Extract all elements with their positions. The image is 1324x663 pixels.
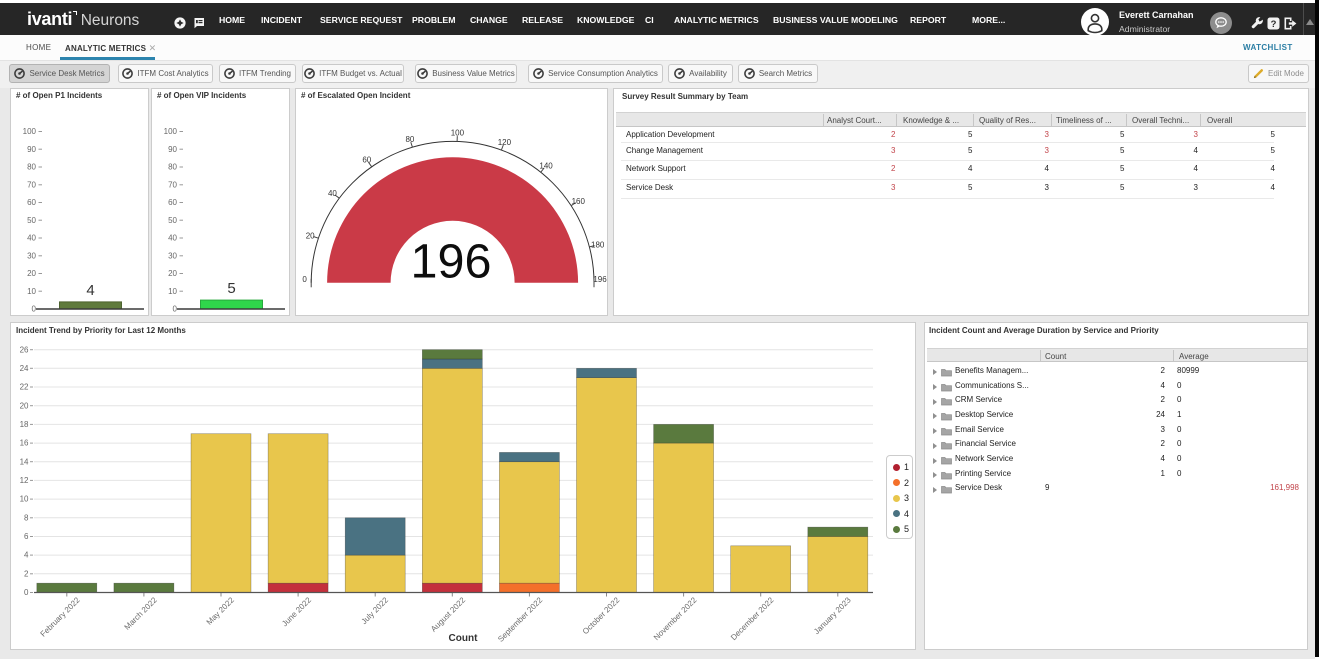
svg-text:50: 50 — [27, 216, 36, 225]
svg-text:160: 160 — [572, 197, 586, 206]
svg-text:18: 18 — [20, 420, 29, 429]
svg-text:October 2022: October 2022 — [581, 595, 622, 636]
svg-text:196: 196 — [593, 275, 607, 284]
svg-text:20: 20 — [27, 269, 36, 278]
svg-text:4: 4 — [24, 551, 29, 560]
svg-text:?: ? — [1271, 19, 1277, 30]
svg-text:80: 80 — [168, 163, 177, 172]
svg-text:40: 40 — [27, 234, 36, 243]
svg-text:50: 50 — [168, 216, 177, 225]
svg-text:30: 30 — [27, 251, 36, 260]
svg-text:90: 90 — [168, 145, 177, 154]
svg-text:January 2023: January 2023 — [812, 595, 853, 636]
svg-text:0: 0 — [173, 305, 178, 314]
svg-text:0: 0 — [302, 275, 307, 284]
svg-text:2: 2 — [24, 569, 29, 578]
svg-text:4: 4 — [86, 282, 94, 299]
svg-text:100: 100 — [451, 129, 465, 138]
svg-text:20: 20 — [168, 269, 177, 278]
svg-text:60: 60 — [362, 156, 371, 165]
svg-text:November 2022: November 2022 — [652, 595, 699, 642]
svg-text:10: 10 — [27, 287, 36, 296]
svg-text:140: 140 — [539, 161, 553, 170]
svg-text:10: 10 — [20, 495, 29, 504]
svg-text:70: 70 — [168, 180, 177, 189]
svg-text:0: 0 — [32, 305, 37, 314]
svg-text:30: 30 — [168, 251, 177, 260]
svg-text:20: 20 — [20, 401, 29, 410]
svg-text:16: 16 — [20, 439, 29, 448]
svg-text:80: 80 — [27, 163, 36, 172]
svg-text:90: 90 — [27, 145, 36, 154]
svg-text:6: 6 — [24, 532, 29, 541]
svg-text:10: 10 — [168, 287, 177, 296]
svg-text:70: 70 — [27, 180, 36, 189]
svg-text:180: 180 — [591, 241, 605, 250]
svg-text:60: 60 — [168, 198, 177, 207]
svg-text:December 2022: December 2022 — [729, 595, 776, 642]
svg-text:40: 40 — [168, 234, 177, 243]
svg-text:September 2022: September 2022 — [496, 595, 545, 644]
svg-text:0: 0 — [24, 588, 29, 597]
svg-text:14: 14 — [20, 457, 29, 466]
svg-text:100: 100 — [23, 127, 37, 136]
svg-text:May 2022: May 2022 — [205, 595, 237, 627]
svg-text:June 2022: June 2022 — [280, 595, 313, 628]
svg-text:5: 5 — [227, 280, 235, 297]
svg-text:20: 20 — [306, 231, 315, 240]
svg-text:100: 100 — [164, 127, 178, 136]
svg-text:12: 12 — [20, 476, 29, 485]
svg-text:40: 40 — [328, 189, 337, 198]
svg-text:120: 120 — [498, 138, 512, 147]
svg-text:July 2022: July 2022 — [360, 595, 391, 626]
svg-text:22: 22 — [20, 383, 29, 392]
svg-text:26: 26 — [20, 345, 29, 354]
svg-text:March 2022: March 2022 — [123, 595, 160, 632]
svg-text:80: 80 — [405, 135, 414, 144]
svg-text:24: 24 — [20, 364, 29, 373]
svg-text:196: 196 — [411, 235, 492, 289]
svg-text:8: 8 — [24, 513, 29, 522]
svg-text:February 2022: February 2022 — [39, 595, 83, 639]
svg-text:Count: Count — [449, 633, 479, 644]
svg-text:60: 60 — [27, 198, 36, 207]
svg-text:August 2022: August 2022 — [429, 595, 468, 634]
